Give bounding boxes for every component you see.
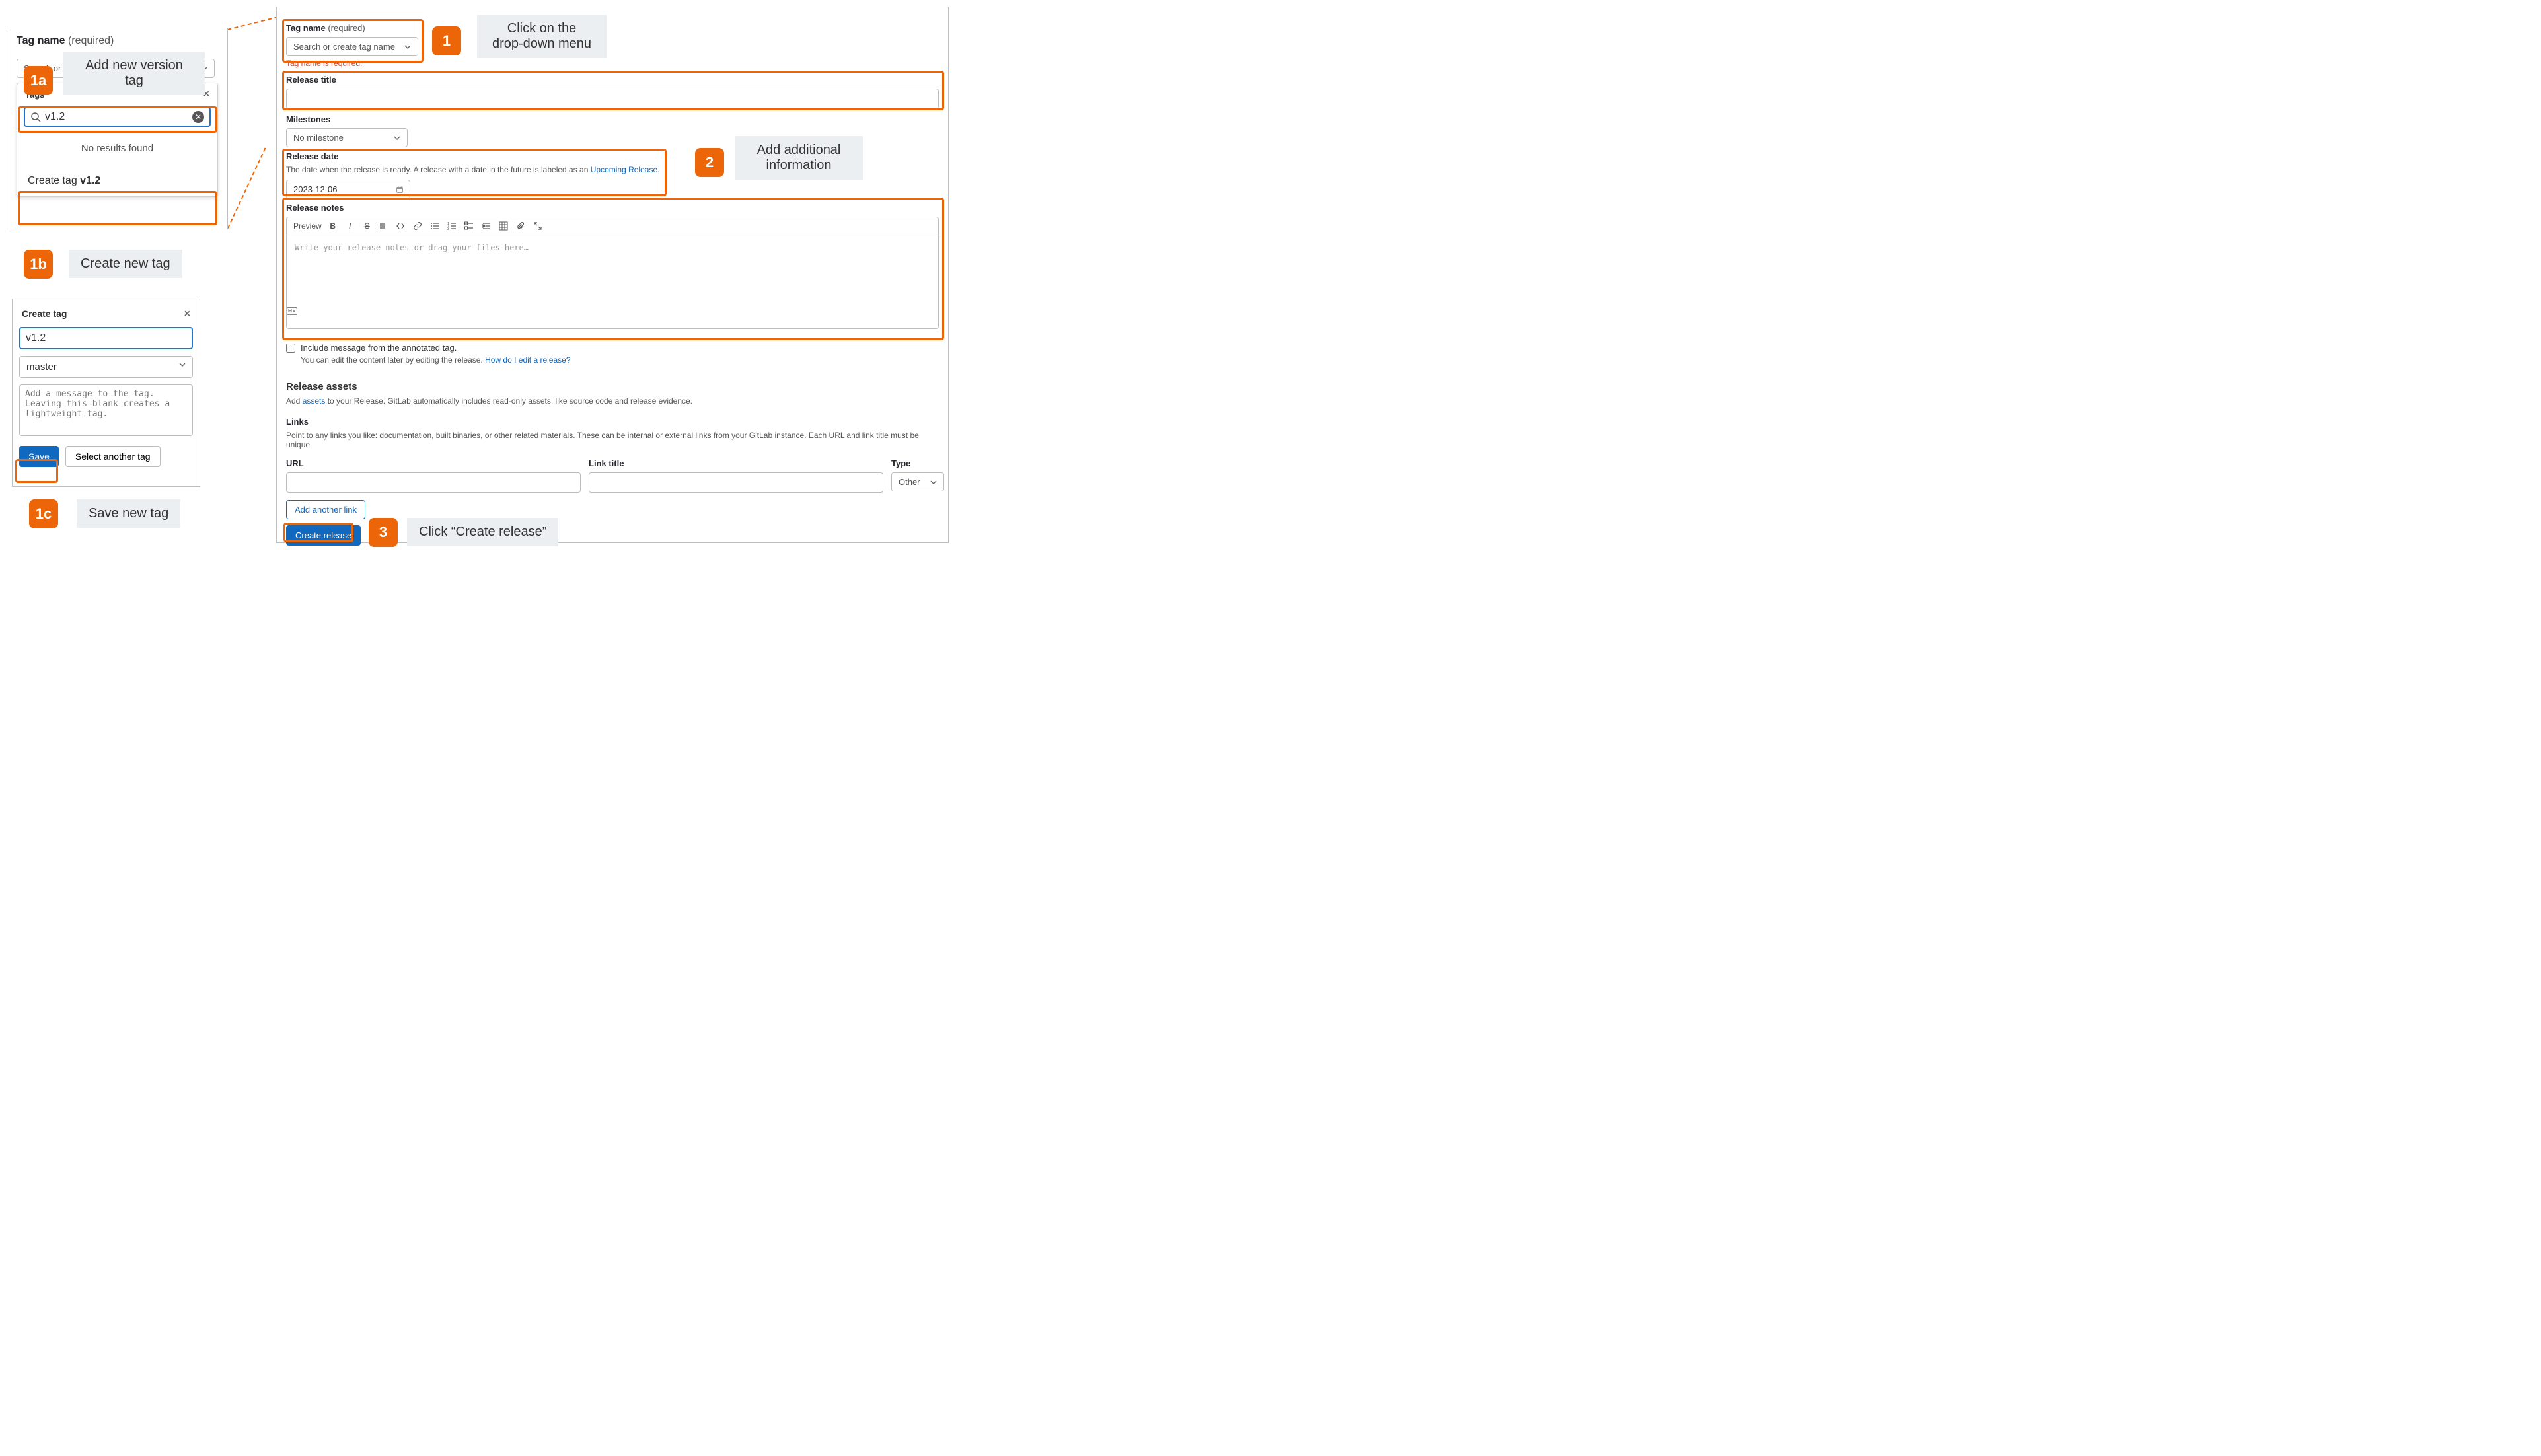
tag-name-input[interactable] [19, 327, 193, 349]
quote-icon[interactable] [379, 221, 390, 231]
milestones-label: Milestones [286, 114, 418, 124]
how-edit-link[interactable]: How do I edit a release? [485, 355, 570, 365]
step-3-badge: 3 [369, 518, 398, 547]
link-url-label: URL [286, 458, 581, 468]
preview-toggle[interactable]: Preview [293, 221, 322, 231]
add-another-link-button[interactable]: Add another link [286, 500, 365, 519]
release-notes-textarea[interactable]: Write your release notes or drag your fi… [287, 235, 938, 307]
include-tag-msg-label: Include message from the annotated tag. [301, 343, 457, 353]
edit-later-help: You can edit the content later by editin… [301, 355, 939, 365]
links-help: Point to any links you like: documentati… [286, 431, 939, 449]
link-title-input[interactable] [589, 472, 883, 493]
create-tag-panel: Create tag × master Save Select another … [12, 299, 200, 487]
release-assets-heading: Release assets [286, 381, 939, 392]
tasklist-icon[interactable] [464, 221, 476, 231]
attach-icon[interactable] [516, 221, 528, 231]
indent-icon[interactable] [482, 221, 494, 231]
link-type-dropdown[interactable]: Other [891, 472, 944, 491]
editor-toolbar: Preview B I S 123 [287, 217, 938, 235]
close-icon[interactable]: × [184, 309, 190, 320]
search-icon [30, 112, 41, 122]
chevron-down-icon [404, 44, 411, 50]
table-icon[interactable] [499, 221, 511, 231]
calendar-icon [396, 186, 403, 193]
bold-icon[interactable]: B [327, 221, 339, 231]
release-notes-editor: Preview B I S 123 [286, 217, 939, 329]
link-title-label: Link title [589, 458, 883, 468]
link-type-label: Type [891, 458, 944, 468]
release-notes-label: Release notes [286, 203, 939, 213]
assets-link[interactable]: assets [303, 396, 326, 406]
chevron-down-icon [930, 479, 937, 486]
step-1b-badge: 1b [24, 250, 53, 279]
step-1c-hint: Save new tag [77, 499, 180, 528]
link-icon[interactable] [413, 221, 425, 231]
select-another-tag-button[interactable]: Select another tag [65, 446, 161, 467]
create-release-button[interactable]: Create release [286, 525, 361, 546]
chevron-down-icon [179, 361, 186, 373]
create-tag-option[interactable]: Create tag v1.2 [17, 166, 217, 196]
save-tag-button[interactable]: Save [19, 446, 59, 467]
branch-dropdown[interactable]: master [19, 356, 193, 378]
ol-icon[interactable]: 123 [447, 221, 459, 231]
release-date-input[interactable]: 2023-12-06 [286, 180, 410, 199]
release-form-panel: Tag name (required) Search or create tag… [276, 7, 949, 543]
link-url-input[interactable] [286, 472, 581, 493]
tag-search-input[interactable] [45, 111, 192, 123]
step-1c-badge: 1c [29, 499, 58, 528]
step-1b-hint: Create new tag [69, 250, 182, 278]
milestones-dropdown[interactable]: No milestone [286, 128, 408, 147]
fullscreen-icon[interactable] [533, 221, 545, 231]
links-heading: Links [286, 417, 939, 427]
include-tag-msg-checkbox[interactable] [286, 344, 295, 353]
create-tag-heading: Create tag [22, 309, 67, 320]
tag-name-label: Tag name (required) [286, 23, 422, 33]
code-icon[interactable] [396, 221, 408, 231]
step-1-badge: 1 [432, 26, 461, 55]
step-2-hint: Add additional information [735, 136, 863, 180]
tag-message-textarea[interactable] [19, 384, 193, 436]
ul-icon[interactable] [430, 221, 442, 231]
step-1a-badge: 1a [24, 66, 53, 95]
clear-icon[interactable]: ✕ [192, 111, 204, 123]
tag-search-row: ✕ [24, 107, 211, 127]
step-1-hint: Click on the drop-down menu [477, 15, 607, 58]
release-title-label: Release title [286, 75, 939, 85]
tag-name-dropdown[interactable]: Search or create tag name [286, 37, 418, 56]
strike-icon[interactable]: S [361, 221, 373, 231]
release-title-input[interactable] [286, 89, 939, 109]
release-date-help: The date when the release is ready. A re… [286, 165, 682, 174]
step-3-hint: Click “Create release” [407, 518, 558, 546]
tag-name-error: Tag name is required. [286, 59, 422, 68]
svg-text:3: 3 [447, 227, 449, 231]
tag-name-label: Tag name (required) [17, 35, 218, 47]
step-2-badge: 2 [695, 148, 724, 177]
no-results-label: No results found [17, 133, 217, 166]
markdown-icon [287, 307, 934, 315]
upcoming-release-link[interactable]: Upcoming Release [591, 165, 657, 174]
italic-icon[interactable]: I [344, 221, 356, 231]
release-assets-help: Add assets to your Release. GitLab autom… [286, 396, 939, 406]
tag-popover: Tags × ✕ No results found Create tag v1.… [17, 83, 218, 197]
chevron-down-icon [394, 135, 400, 141]
step-1a-hint: Add new version tag [63, 52, 205, 95]
release-date-label: Release date [286, 151, 682, 161]
